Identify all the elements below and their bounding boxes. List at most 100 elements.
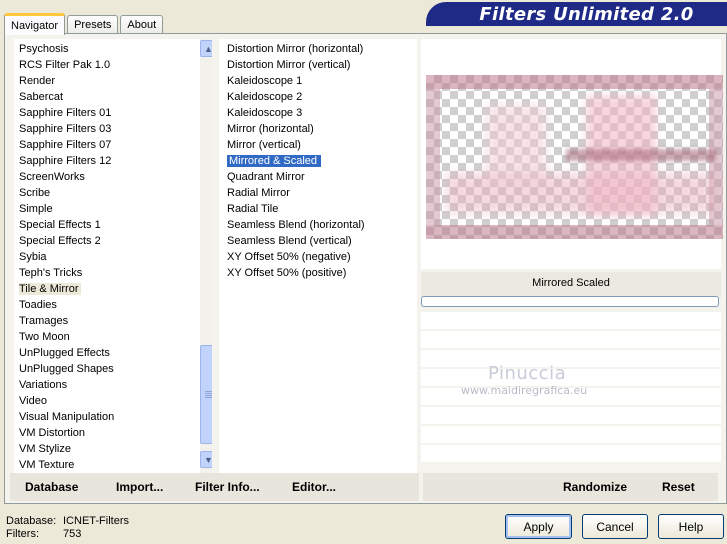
category-item-label: Toadies xyxy=(19,299,57,311)
category-item-label: VM Texture xyxy=(19,459,75,471)
category-item[interactable]: Special Effects 2 xyxy=(14,233,212,249)
category-item-label: Two Moon xyxy=(19,331,70,343)
category-item[interactable]: Scribe xyxy=(14,185,212,201)
category-item[interactable]: Sapphire Filters 03 xyxy=(14,121,212,137)
filter-item[interactable]: Kaleidoscope 3 xyxy=(219,105,417,121)
filter-item[interactable]: Radial Tile xyxy=(219,201,417,217)
import-button[interactable]: Import... xyxy=(116,480,163,494)
category-item[interactable]: UnPlugged Shapes xyxy=(14,361,212,377)
category-item[interactable]: Toadies xyxy=(14,297,212,313)
filter-item[interactable]: Distortion Mirror (vertical) xyxy=(219,57,417,73)
category-item-label: Tramages xyxy=(19,315,69,327)
category-item-label: Sybia xyxy=(19,251,47,263)
apply-button[interactable]: Apply xyxy=(505,514,572,539)
tab-navigator[interactable]: Navigator xyxy=(4,13,66,35)
category-item[interactable]: UnPlugged Effects xyxy=(14,345,212,361)
category-item[interactable]: Two Moon xyxy=(14,329,212,345)
scroll-up-button[interactable]: ▲ xyxy=(200,40,212,57)
filter-item[interactable]: Seamless Blend (vertical) xyxy=(219,233,417,249)
category-item[interactable]: Sabercat xyxy=(14,89,212,105)
category-list[interactable]: Psychosis RCS Filter Pak 1.0 Render Saberca… xyxy=(14,39,212,473)
filter-items: Distortion Mirror (horizontal) Distortion… xyxy=(219,39,417,281)
category-item-label: Render xyxy=(19,75,56,87)
category-scrollbar[interactable]: ▲ ▼ xyxy=(200,39,212,473)
category-item-label: ScreenWorks xyxy=(19,171,85,183)
title-banner: Filters Unlimited 2.0 xyxy=(426,2,727,26)
category-item[interactable]: Teph's Tricks xyxy=(14,265,212,281)
category-item[interactable]: Tile & Mirror xyxy=(14,281,212,297)
category-item[interactable]: Tramages xyxy=(14,313,212,329)
category-item[interactable]: Sapphire Filters 01 xyxy=(14,105,212,121)
category-item[interactable]: Special Effects 1 xyxy=(14,217,212,233)
editor-button[interactable]: Editor... xyxy=(292,480,336,494)
filter-item[interactable]: XY Offset 50% (negative) xyxy=(219,249,417,265)
tab-presets[interactable]: Presets xyxy=(67,15,119,34)
database-button[interactable]: Database xyxy=(25,480,78,494)
category-item[interactable]: Variations xyxy=(14,377,212,393)
filter-list[interactable]: Distortion Mirror (horizontal) Distortion… xyxy=(219,39,417,473)
filter-item[interactable]: Kaleidoscope 1 xyxy=(219,73,417,89)
chevron-up-icon: ▲ xyxy=(204,43,212,54)
filter-item[interactable]: XY Offset 50% (positive) xyxy=(219,265,417,281)
category-item[interactable]: Simple xyxy=(14,201,212,217)
category-item-label: Visual Manipulation xyxy=(19,411,115,423)
category-item-label: Teph's Tricks xyxy=(19,267,83,279)
category-item[interactable]: RCS Filter Pak 1.0 xyxy=(14,57,212,73)
category-item[interactable]: Visual Manipulation xyxy=(14,409,212,425)
tab-strip: Navigator Presets About xyxy=(4,10,165,35)
category-item-label: Variations xyxy=(19,379,68,391)
filter-item-label: Quadrant Mirror xyxy=(227,171,305,183)
category-item[interactable]: Render xyxy=(14,73,212,89)
filter-item[interactable]: Distortion Mirror (horizontal) xyxy=(219,41,417,57)
filters-label: Filters: xyxy=(6,528,39,540)
filter-item-label: Mirrored & Scaled xyxy=(227,155,322,167)
filter-item[interactable]: Mirror (horizontal) xyxy=(219,121,417,137)
filter-item[interactable]: Seamless Blend (horizontal) xyxy=(219,217,417,233)
filter-item-label: Kaleidoscope 1 xyxy=(227,75,303,87)
tab-about[interactable]: About xyxy=(120,15,164,34)
filter-item[interactable]: Radial Mirror xyxy=(219,185,417,201)
category-item-label: Special Effects 1 xyxy=(19,219,101,231)
app-title: Filters Unlimited 2.0 xyxy=(479,3,694,25)
category-item[interactable]: VM Distortion xyxy=(14,425,212,441)
reset-button[interactable]: Reset xyxy=(662,480,695,494)
filter-item-label: Seamless Blend (vertical) xyxy=(227,235,352,247)
randomize-button[interactable]: Randomize xyxy=(563,480,627,494)
category-item-label: Sapphire Filters 12 xyxy=(19,155,112,167)
category-item-label: Tile & Mirror xyxy=(19,283,82,295)
category-item[interactable]: ScreenWorks xyxy=(14,169,212,185)
category-item[interactable]: Video xyxy=(14,393,212,409)
scroll-thumb[interactable] xyxy=(200,345,212,444)
scroll-down-button[interactable]: ▼ xyxy=(200,451,212,468)
database-label: Database: xyxy=(6,515,57,527)
filter-item-label: Radial Mirror xyxy=(227,187,290,199)
filter-item-label: Distortion Mirror (vertical) xyxy=(227,59,351,71)
category-item-label: Scribe xyxy=(19,187,51,199)
category-items: Psychosis RCS Filter Pak 1.0 Render Saberca… xyxy=(14,39,212,473)
help-button[interactable]: Help xyxy=(658,514,724,539)
cancel-button[interactable]: Cancel xyxy=(582,514,648,539)
category-item[interactable]: Sybia xyxy=(14,249,212,265)
category-item-label: Sapphire Filters 03 xyxy=(19,123,112,135)
filter-info-button[interactable]: Filter Info... xyxy=(195,480,260,494)
filter-item-label: Mirror (vertical) xyxy=(227,139,301,151)
filter-item-label: Seamless Blend (horizontal) xyxy=(227,219,365,231)
filter-item-label: Kaleidoscope 3 xyxy=(227,107,303,119)
category-item[interactable]: Psychosis xyxy=(14,41,212,57)
filter-item[interactable]: Quadrant Mirror xyxy=(219,169,417,185)
filter-item-label: XY Offset 50% (negative) xyxy=(227,251,351,263)
category-item[interactable]: VM Stylize xyxy=(14,441,212,457)
category-item[interactable]: Sapphire Filters 07 xyxy=(14,137,212,153)
category-item[interactable]: Sapphire Filters 12 xyxy=(14,153,212,169)
category-item-label: UnPlugged Shapes xyxy=(19,363,114,375)
preview-image xyxy=(426,75,723,239)
category-item-label: Video xyxy=(19,395,47,407)
category-item-label: VM Stylize xyxy=(19,443,71,455)
filter-item-label: Kaleidoscope 2 xyxy=(227,91,303,103)
database-value: ICNET-Filters xyxy=(63,515,129,527)
category-item-label: Sapphire Filters 07 xyxy=(19,139,112,151)
category-item[interactable]: VM Texture xyxy=(14,457,212,473)
filter-item[interactable]: Kaleidoscope 2 xyxy=(219,89,417,105)
filter-item[interactable]: Mirror (vertical) xyxy=(219,137,417,153)
filter-item[interactable]: Mirrored & Scaled xyxy=(219,153,417,169)
